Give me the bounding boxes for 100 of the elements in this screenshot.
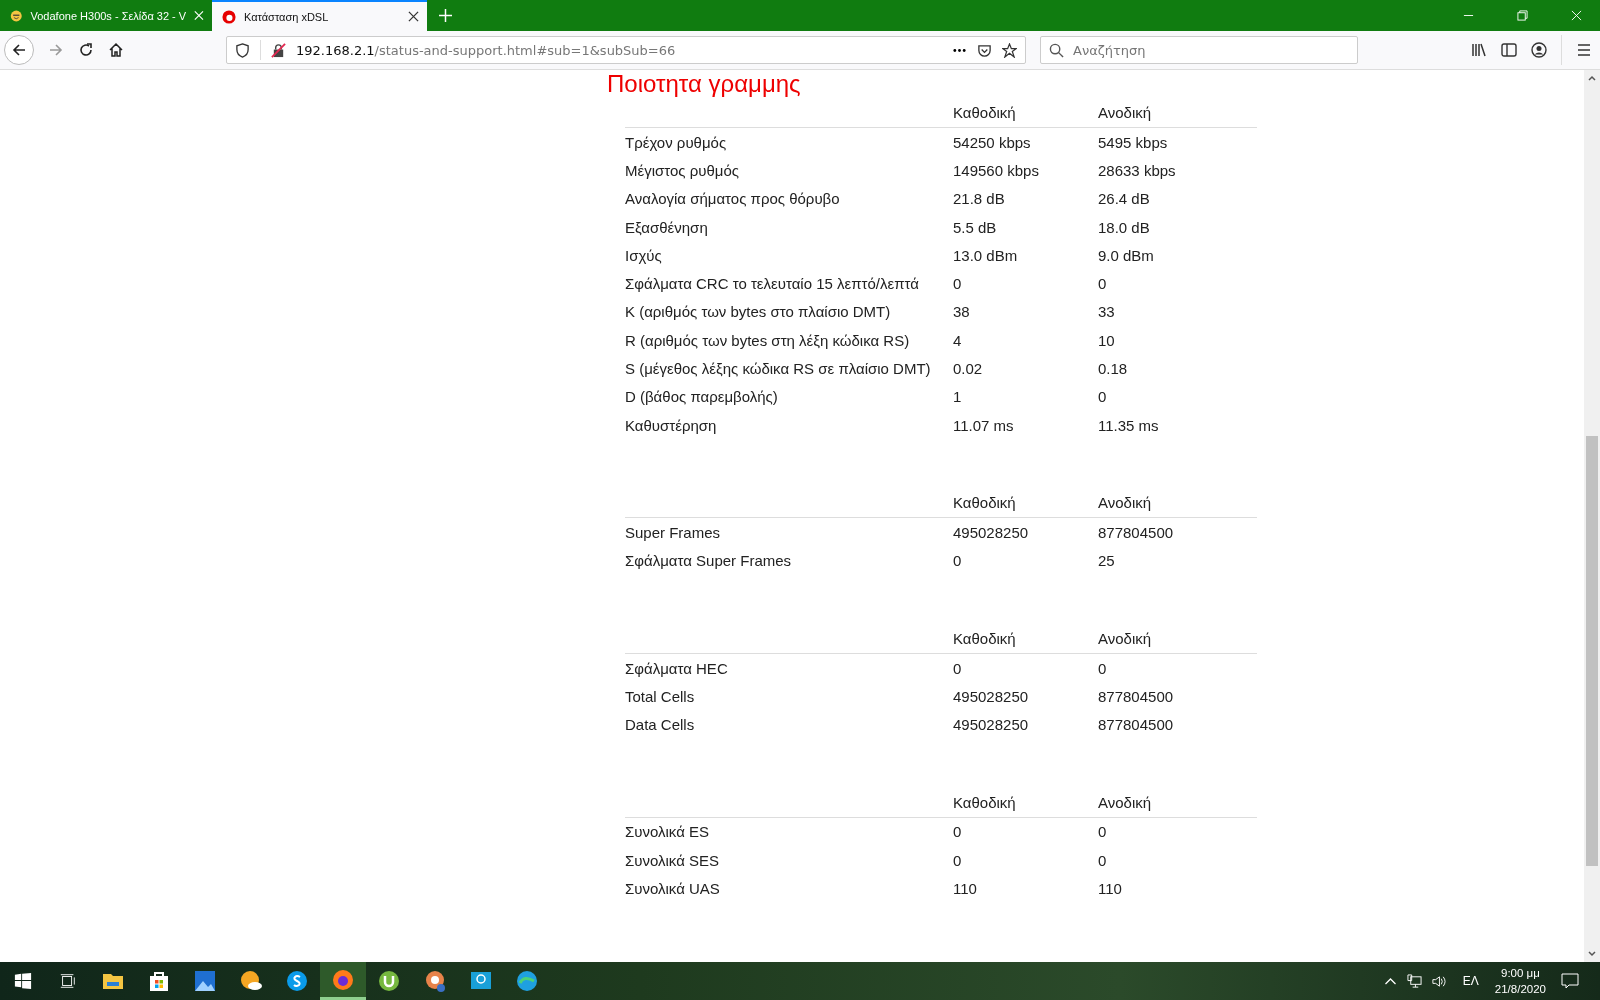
table-cell: 9.0 dBm (1098, 246, 1154, 264)
close-icon[interactable] (408, 11, 419, 22)
table-cell: 0 (953, 659, 962, 677)
row-label: Data Cells (625, 716, 695, 734)
language-indicator[interactable]: ΕΛ (1462, 974, 1479, 988)
table-cell: 495028250 (953, 523, 1029, 541)
table-cell: 0 (1098, 388, 1107, 406)
table-cell: 495028250 (953, 687, 1029, 705)
row-label: Συνολικά UAS (625, 880, 720, 897)
row-label: K (αριθμός των bytes στο πλαίσιο DMT) (625, 303, 891, 321)
row-label: Εξασθένηση (625, 218, 708, 236)
back-arrow-icon (11, 42, 27, 58)
row-label: Σφάλματα HEC (625, 659, 728, 677)
table-cell: 0.18 (1098, 360, 1128, 377)
browser-tab[interactable]: Κατάσταση xDSL (212, 0, 427, 31)
table-cell: 54250 kbps (953, 133, 1031, 151)
row-label: D (βάθος παρεμβολής) (625, 388, 778, 406)
shield-icon (235, 42, 250, 58)
tab-title: Κατάσταση xDSL (244, 10, 330, 23)
scrollbar-thumb[interactable] (1586, 436, 1598, 866)
table-cell: 38 (953, 303, 970, 321)
table-cell: 0 (1098, 275, 1107, 293)
table-cell: 0 (1098, 851, 1107, 869)
table-cell: 33 (1098, 303, 1115, 321)
back-button[interactable] (4, 35, 34, 65)
table-cell: 0 (1098, 659, 1107, 677)
table-cell: 4 (953, 331, 962, 349)
scrollbar[interactable] (1584, 70, 1600, 962)
table-cell: 18.0 dB (1098, 218, 1150, 236)
table-cell: 0.02 (953, 360, 983, 377)
table-cell: 0 (1098, 823, 1107, 841)
column-header: Καθοδική (953, 494, 1016, 512)
letter-s-icon (285, 969, 309, 993)
row-label: Συνολικά SES (625, 851, 720, 869)
table-cell: 1 (953, 388, 962, 406)
sidebar-icon[interactable] (1501, 42, 1517, 58)
new-tab-icon[interactable] (439, 9, 452, 22)
table-cell: 5495 kbps (1098, 133, 1168, 151)
table-cell: 13.0 dBm (953, 246, 1018, 264)
search-field[interactable]: Αναζήτηση (1040, 36, 1358, 64)
search-icon (1049, 43, 1064, 58)
row-label: Συνολικά ES (625, 823, 710, 841)
column-header: Καθοδική (953, 629, 1016, 647)
column-header: Καθοδική (953, 793, 1016, 811)
url-text: 192.168.2.1/status-and-support.html#sub=1&subSub=66 (296, 42, 677, 58)
table-cell: 28633 kbps (1098, 161, 1176, 179)
table-cell: 149560 kbps (953, 161, 1039, 179)
row-label: Total Cells (625, 687, 695, 705)
row-label: Super Frames (625, 523, 721, 541)
library-icon[interactable] (1471, 42, 1487, 58)
table-cell: 110 (953, 880, 977, 897)
table-cell: 11.35 ms (1098, 416, 1159, 434)
table-cell: 0 (953, 275, 962, 293)
column-header: Ανοδική (1098, 104, 1152, 121)
pocket-icon[interactable] (977, 42, 992, 58)
column-header: Ανοδική (1098, 629, 1152, 647)
notification-icon[interactable] (1560, 971, 1580, 991)
table-cell: 0 (953, 851, 962, 869)
menu-icon[interactable] (1576, 42, 1592, 58)
table-cell: 495028250 (953, 716, 1029, 734)
clock[interactable]: 9:00 μμ 21/8/2020 (1494, 965, 1546, 997)
column-header: Ανοδική (1098, 494, 1152, 512)
browser-tab[interactable]: Vodafone H300s - Σελίδα 32 - V (0, 0, 212, 31)
table-cell: 877804500 (1098, 523, 1174, 541)
task-view-icon[interactable] (59, 972, 77, 990)
shopping-bag-icon (147, 969, 171, 993)
column-header: Καθοδική (953, 104, 1016, 121)
restore-icon[interactable] (1517, 10, 1528, 21)
row-label: Μέγιστος ρυθμός (625, 161, 740, 179)
table-cell: 10 (1098, 331, 1115, 349)
table-cell: 110 (1098, 880, 1122, 897)
wave-circle-icon (515, 969, 539, 993)
table-cell: 25 (1098, 552, 1115, 570)
address-bar[interactable]: 192.168.2.1/status-and-support.html#sub=1&subSub=66 (226, 36, 1026, 64)
row-label: Αναλογία σήματος προς θόρυβο (625, 190, 840, 208)
row-label: Σφάλματα Super Frames (625, 552, 792, 570)
account-icon[interactable] (1531, 42, 1547, 58)
table-cell: 0 (953, 552, 962, 570)
column-header: Ανοδική (1098, 793, 1152, 811)
sun-cloud-icon (239, 969, 263, 993)
network-icon[interactable] (1406, 973, 1422, 989)
crossed-lock-icon (271, 42, 286, 58)
row-label: R (αριθμός των bytes στη λέξη κώδικα RS) (625, 331, 910, 349)
mountain-picture-icon (193, 969, 217, 993)
forward-arrow-icon[interactable] (48, 42, 64, 58)
table-cell: 21.8 dB (953, 190, 1005, 208)
tab-title: Vodafone H300s - Σελίδα 32 - V (30, 9, 187, 22)
row-label: Σφάλματα CRC το τελευταίο 15 λεπτό/λεπτά (625, 275, 919, 293)
windows-logo-icon[interactable] (14, 972, 32, 990)
table-cell: 877804500 (1098, 716, 1174, 734)
home-icon[interactable] (108, 42, 124, 58)
speaker-icon[interactable] (1430, 973, 1446, 989)
row-label: Τρέχον ρυθμός (625, 133, 727, 151)
reload-icon[interactable] (78, 42, 94, 58)
smiley-icon (10, 8, 23, 23)
table-cell: 5.5 dB (953, 218, 997, 236)
row-label: S (μέγεθος λέξης κώδικα RS σε πλαίσιο DMT) (625, 360, 931, 377)
row-label: Καθυστέρηση (625, 416, 717, 434)
table-cell: 11.07 ms (953, 416, 1014, 434)
star-icon[interactable] (1002, 42, 1017, 58)
